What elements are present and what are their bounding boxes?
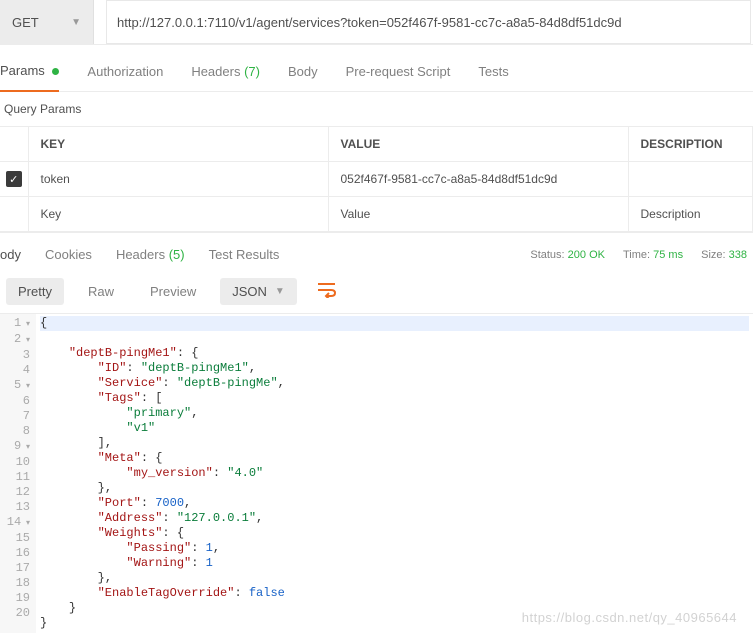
param-description-placeholder[interactable]: Description	[628, 197, 753, 232]
param-value[interactable]: 052f467f-9581-cc7c-a8a5-84d8df51dc9d	[328, 162, 628, 197]
param-description[interactable]	[628, 162, 753, 197]
param-key-placeholder[interactable]: Key	[28, 197, 328, 232]
url-value: http://127.0.0.1:7110/v1/agent/services?…	[117, 15, 622, 30]
line-gutter: 1234567891011121314151617181920	[0, 314, 36, 633]
http-method-select[interactable]: GET ▼	[0, 0, 94, 44]
chevron-down-icon: ▼	[71, 17, 81, 28]
time-label: Time: 75 ms	[623, 249, 683, 261]
row-checkbox-cell[interactable]: ✓	[0, 162, 28, 197]
url-input[interactable]: http://127.0.0.1:7110/v1/agent/services?…	[106, 0, 751, 44]
format-bar: Pretty Raw Preview JSON ▼	[0, 270, 753, 313]
time-value: 75 ms	[653, 249, 683, 261]
tab-response-headers-label: Headers	[116, 247, 165, 262]
table-row[interactable]: ✓ token 052f467f-9581-cc7c-a8a5-84d8df51…	[0, 162, 753, 197]
tab-response-body[interactable]: ody	[0, 247, 21, 262]
tab-response-testresults[interactable]: Test Results	[209, 247, 280, 262]
format-lang-value: JSON	[232, 284, 267, 299]
wrap-icon	[317, 282, 337, 298]
col-key: KEY	[28, 127, 328, 162]
params-active-dot-icon	[52, 68, 59, 75]
tab-response-headers-count: (5)	[169, 247, 185, 262]
param-key[interactable]: token	[28, 162, 328, 197]
table-header-row: KEY VALUE DESCRIPTION	[0, 127, 753, 162]
wrap-lines-button[interactable]	[309, 278, 345, 305]
tab-prerequest[interactable]: Pre-request Script	[346, 64, 451, 91]
tab-params[interactable]: Params	[0, 63, 59, 92]
status-value: 200 OK	[568, 249, 605, 261]
tab-headers-label: Headers	[191, 64, 240, 79]
query-params-table: KEY VALUE DESCRIPTION ✓ token 052f467f-9…	[0, 126, 753, 232]
checkbox-header	[0, 127, 28, 162]
tab-headers-count: (7)	[244, 64, 260, 79]
tab-authorization[interactable]: Authorization	[87, 64, 163, 91]
table-row-new[interactable]: Key Value Description	[0, 197, 753, 232]
format-lang-select[interactable]: JSON ▼	[220, 278, 297, 305]
checkbox-checked-icon[interactable]: ✓	[6, 171, 22, 187]
tab-params-label: Params	[0, 63, 45, 78]
request-row: GET ▼ http://127.0.0.1:7110/v1/agent/ser…	[0, 0, 753, 45]
request-tabs: Params Authorization Headers (7) Body Pr…	[0, 45, 753, 92]
response-tabs: ody Cookies Headers (5) Test Results Sta…	[0, 232, 753, 270]
col-description: DESCRIPTION	[628, 127, 753, 162]
tab-tests[interactable]: Tests	[478, 64, 508, 91]
format-preview-button[interactable]: Preview	[138, 278, 208, 305]
tab-response-headers[interactable]: Headers (5)	[116, 247, 185, 262]
size-value: 338	[729, 249, 747, 261]
code-content[interactable]: { "deptB-pingMe1": { "ID": "deptB-pingMe…	[36, 314, 753, 633]
response-status-block: Status: 200 OK Time: 75 ms Size: 338	[530, 249, 753, 261]
tab-response-cookies[interactable]: Cookies	[45, 247, 92, 262]
param-value-placeholder[interactable]: Value	[328, 197, 628, 232]
response-body-code[interactable]: 1234567891011121314151617181920 { "deptB…	[0, 313, 753, 633]
http-method-value: GET	[12, 15, 39, 30]
status-label: Status: 200 OK	[530, 249, 605, 261]
chevron-down-icon: ▼	[275, 286, 285, 297]
format-pretty-button[interactable]: Pretty	[6, 278, 64, 305]
tab-body[interactable]: Body	[288, 64, 318, 91]
query-params-title: Query Params	[0, 92, 753, 126]
row-checkbox-cell-empty	[0, 197, 28, 232]
col-value: VALUE	[328, 127, 628, 162]
format-raw-button[interactable]: Raw	[76, 278, 126, 305]
tab-headers[interactable]: Headers (7)	[191, 64, 260, 91]
size-label: Size: 338	[701, 249, 747, 261]
